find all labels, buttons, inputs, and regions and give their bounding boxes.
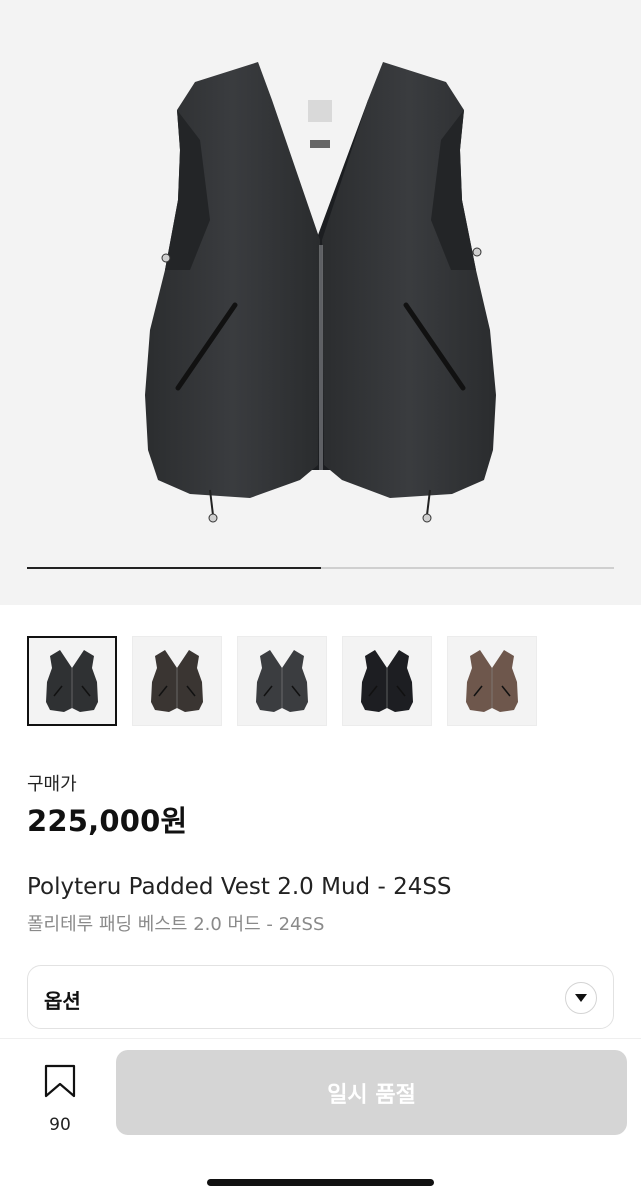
soldout-button[interactable]: 일시 품절 xyxy=(116,1050,627,1135)
thumbnail-dark-brown[interactable] xyxy=(132,636,222,726)
vest-thumbnail-icon xyxy=(151,650,203,712)
vest-thumbnail-icon xyxy=(46,650,98,712)
wishlist-button[interactable]: 90 xyxy=(30,1059,90,1135)
price-value: 225,000원 xyxy=(27,804,188,838)
product-image-carousel[interactable] xyxy=(0,0,641,605)
bookmark-icon xyxy=(44,1064,76,1098)
product-image-vest xyxy=(145,62,496,523)
carousel-progress-fill xyxy=(27,567,321,569)
home-indicator xyxy=(207,1179,434,1186)
vest-thumbnail-icon xyxy=(361,650,413,712)
wishlist-count: 90 xyxy=(49,1115,71,1135)
option-select[interactable]: 옵션 xyxy=(27,965,614,1029)
product-title-en: Polyteru Padded Vest 2.0 Mud - 24SS xyxy=(27,874,452,900)
chevron-down-icon[interactable] xyxy=(565,982,597,1014)
product-title-ko: 폴리테루 패딩 베스트 2.0 머드 - 24SS xyxy=(27,914,325,935)
thumbnail-black[interactable] xyxy=(342,636,432,726)
option-label: 옵션 xyxy=(44,989,81,1013)
price-label: 구매가 xyxy=(27,774,77,795)
bottom-action-bar: 90 일시 품절 xyxy=(0,1038,641,1201)
thumbnail-mud[interactable] xyxy=(447,636,537,726)
thumbnail-graphite[interactable] xyxy=(237,636,327,726)
carousel-progress-track xyxy=(27,567,614,569)
thumbnail-charcoal[interactable] xyxy=(27,636,117,726)
vest-thumbnail-icon xyxy=(256,650,308,712)
thumbnail-strip xyxy=(27,636,614,728)
vest-thumbnail-icon xyxy=(466,650,518,712)
